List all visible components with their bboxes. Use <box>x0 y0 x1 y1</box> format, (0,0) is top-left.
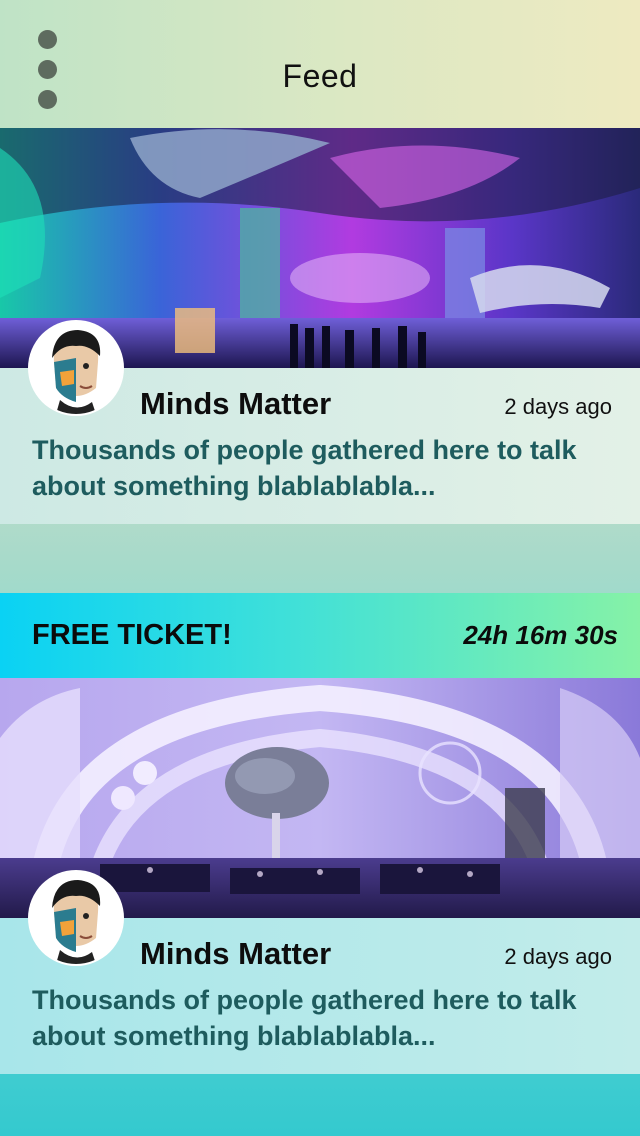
post-text: Thousands of people gathered here to tal… <box>32 985 577 1051</box>
ticket-label: FREE TICKET! <box>32 619 232 651</box>
post-text: Thousands of people gathered here to tal… <box>32 435 577 501</box>
ticket-countdown: 24h 16m 30s <box>463 620 618 650</box>
app-header: Feed <box>0 0 640 128</box>
avatar-portrait <box>30 872 122 964</box>
kebab-menu-icon <box>38 30 57 49</box>
page-title: Feed <box>282 58 358 94</box>
post-timestamp: 2 days ago <box>504 944 612 969</box>
author-avatar[interactable] <box>30 322 122 414</box>
avatar-portrait <box>30 322 122 414</box>
free-ticket-banner[interactable]: FREE TICKET! 24h 16m 30s <box>0 593 640 679</box>
author-name[interactable]: Minds Matter <box>140 386 331 422</box>
post-timestamp: 2 days ago <box>504 394 612 419</box>
author-avatar[interactable] <box>30 872 122 964</box>
author-name[interactable]: Minds Matter <box>140 936 331 972</box>
